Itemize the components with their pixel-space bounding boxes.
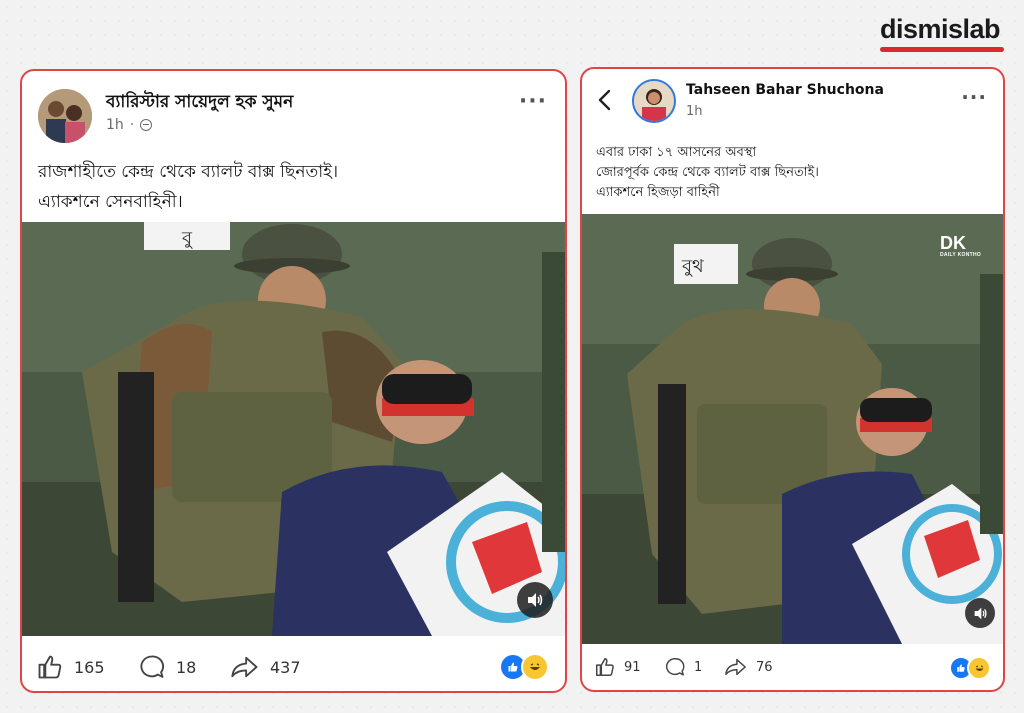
post-text-line: এবার ঢাকা ১৭ আসনের অবস্থা [596, 145, 757, 160]
comment-button[interactable]: 18 [138, 653, 196, 681]
share-count: 437 [270, 657, 301, 677]
back-arrow-icon[interactable] [596, 89, 614, 111]
like-icon [596, 658, 614, 676]
post-card-right: Tahseen Bahar Shuchona 1h ··· এবার ঢাকা … [580, 67, 1005, 692]
share-button[interactable]: 437 [230, 653, 301, 681]
author-name[interactable]: Tahseen Bahar Shuchona [686, 82, 884, 98]
video-watermark: DK DAILY KONTHO [940, 233, 982, 258]
post-time[interactable]: 1h [106, 117, 124, 133]
post-text: রাজশাহীতে কেন্দ্র থেকে ব্যালট বাক্স ছিনত… [38, 157, 338, 217]
like-icon [38, 655, 62, 679]
avatar[interactable] [38, 89, 92, 143]
post-actions: 91 1 76 [582, 654, 1003, 680]
post-text-line: এ্যাকশনে সেনবাহিনী। [38, 192, 183, 212]
more-icon[interactable]: ··· [519, 89, 547, 114]
sound-icon [528, 593, 543, 607]
avatar[interactable] [632, 79, 676, 123]
post-text: এবার ঢাকা ১৭ আসনের অবস্থা জোরপূর্বক কেন্… [596, 143, 819, 203]
haha-reaction-icon [967, 656, 991, 680]
sound-icon [974, 607, 987, 619]
reaction-summary[interactable] [499, 653, 549, 681]
post-actions: 165 18 437 [22, 651, 565, 683]
post-meta: 1h · [106, 117, 153, 133]
share-count: 76 [756, 659, 773, 675]
like-button[interactable]: 91 [594, 656, 641, 678]
share-icon [231, 656, 258, 678]
sound-toggle[interactable] [517, 582, 553, 618]
video-sign: বুথ [681, 256, 704, 277]
brand-name: dismislab [880, 14, 1001, 44]
sound-toggle[interactable] [965, 598, 995, 628]
post-text-line: রাজশাহীতে কেন্দ্র থেকে ব্যালট বাক্স ছিনত… [38, 162, 339, 182]
post-video[interactable]: বুথ DK DAILY KONTHO [582, 214, 1003, 644]
post-text-line: এ্যাকশনে হিজড়া বাহিনী [596, 185, 720, 200]
comment-button[interactable]: 1 [664, 656, 702, 678]
comment-count: 18 [176, 657, 197, 677]
comment-icon [140, 655, 164, 678]
dismislab-logo: dismislab [880, 14, 1008, 54]
like-count: 91 [624, 659, 641, 675]
like-count: 165 [74, 657, 105, 677]
post-card-left: ব্যারিস্টার সায়েদুল হক সুমন 1h · ··· রা… [20, 69, 567, 693]
post-text-line: জোরপূর্বক কেন্দ্র থেকে ব্যালট বাক্স ছিনত… [596, 165, 819, 180]
more-icon[interactable]: ··· [961, 85, 987, 109]
post-video[interactable]: বু [22, 222, 565, 636]
post-meta: 1h [686, 104, 703, 119]
video-sign: বু [181, 228, 193, 249]
like-button[interactable]: 165 [36, 653, 105, 681]
globe-icon [140, 119, 153, 131]
reaction-summary[interactable] [949, 656, 991, 680]
haha-reaction-icon [521, 653, 549, 681]
comment-icon [665, 658, 685, 676]
share-button[interactable]: 76 [724, 656, 773, 678]
share-icon [725, 658, 746, 676]
author-name[interactable]: ব্যারিস্টার সায়েদুল হক সুমন [106, 89, 293, 117]
post-time[interactable]: 1h [686, 104, 703, 119]
comment-count: 1 [694, 659, 703, 675]
brand-underline [880, 47, 1004, 52]
